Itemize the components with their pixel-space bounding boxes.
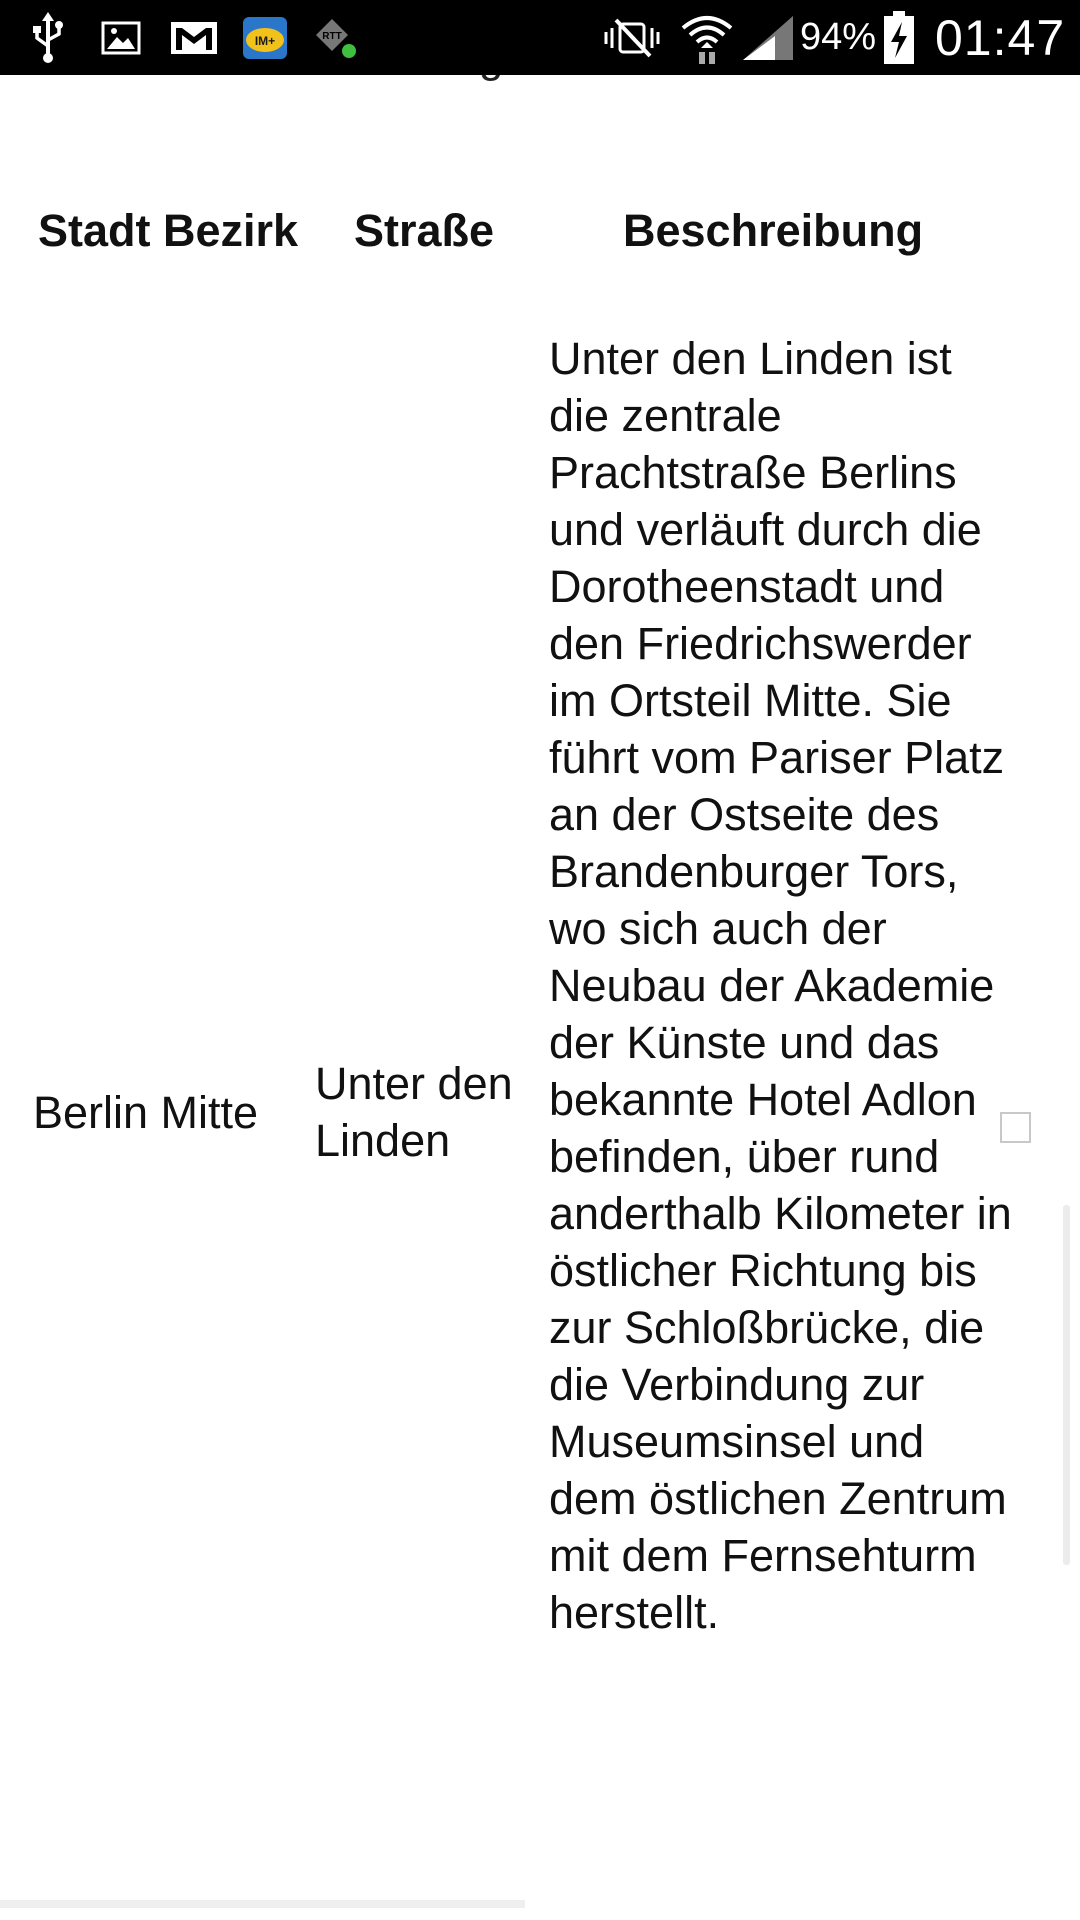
content-area[interactable]: Hier wurde das Bild aufgenommen Stadt Be…: [0, 75, 1080, 1920]
cell-stadt-bezirk: Berlin Mitte: [33, 1087, 259, 1138]
signal-icon: [740, 0, 796, 75]
column-header-stadt-bezirk: Stadt Bezirk: [38, 205, 299, 256]
imo-icon: IM+: [240, 0, 290, 75]
usb-icon: [28, 0, 68, 75]
battery-percent: 94%: [800, 16, 877, 58]
gmail-icon: [168, 0, 220, 75]
clock: 01:47: [935, 9, 1066, 66]
rtt-icon: RTT: [312, 0, 360, 75]
battery-charging-icon: [880, 0, 918, 75]
column-header-strasse: Straße: [354, 205, 495, 256]
mute-icon: [600, 0, 664, 75]
screen: IM+ RTT 94% 01:47 Stadt Bezirk Straße Be…: [0, 0, 1080, 1920]
svg-text:IM+: IM+: [255, 34, 275, 48]
status-bar: IM+ RTT 94% 01:47: [0, 0, 1080, 75]
gallery-icon: [100, 0, 142, 75]
cell-beschreibung: Unter den Linden ist die zentrale Pracht…: [549, 333, 1012, 1638]
image-location-caption: Hier wurde das Bild aufgenommen: [24, 75, 699, 83]
row-select-checkbox[interactable]: [1000, 1112, 1031, 1143]
svg-text:RTT: RTT: [322, 31, 341, 42]
wifi-icon: [678, 0, 736, 75]
column-header-beschreibung: Beschreibung: [623, 205, 924, 256]
cell-strasse: Unter den Linden: [315, 1058, 513, 1166]
scrollbar[interactable]: [1063, 1205, 1070, 1565]
row-divider: [0, 1900, 525, 1908]
